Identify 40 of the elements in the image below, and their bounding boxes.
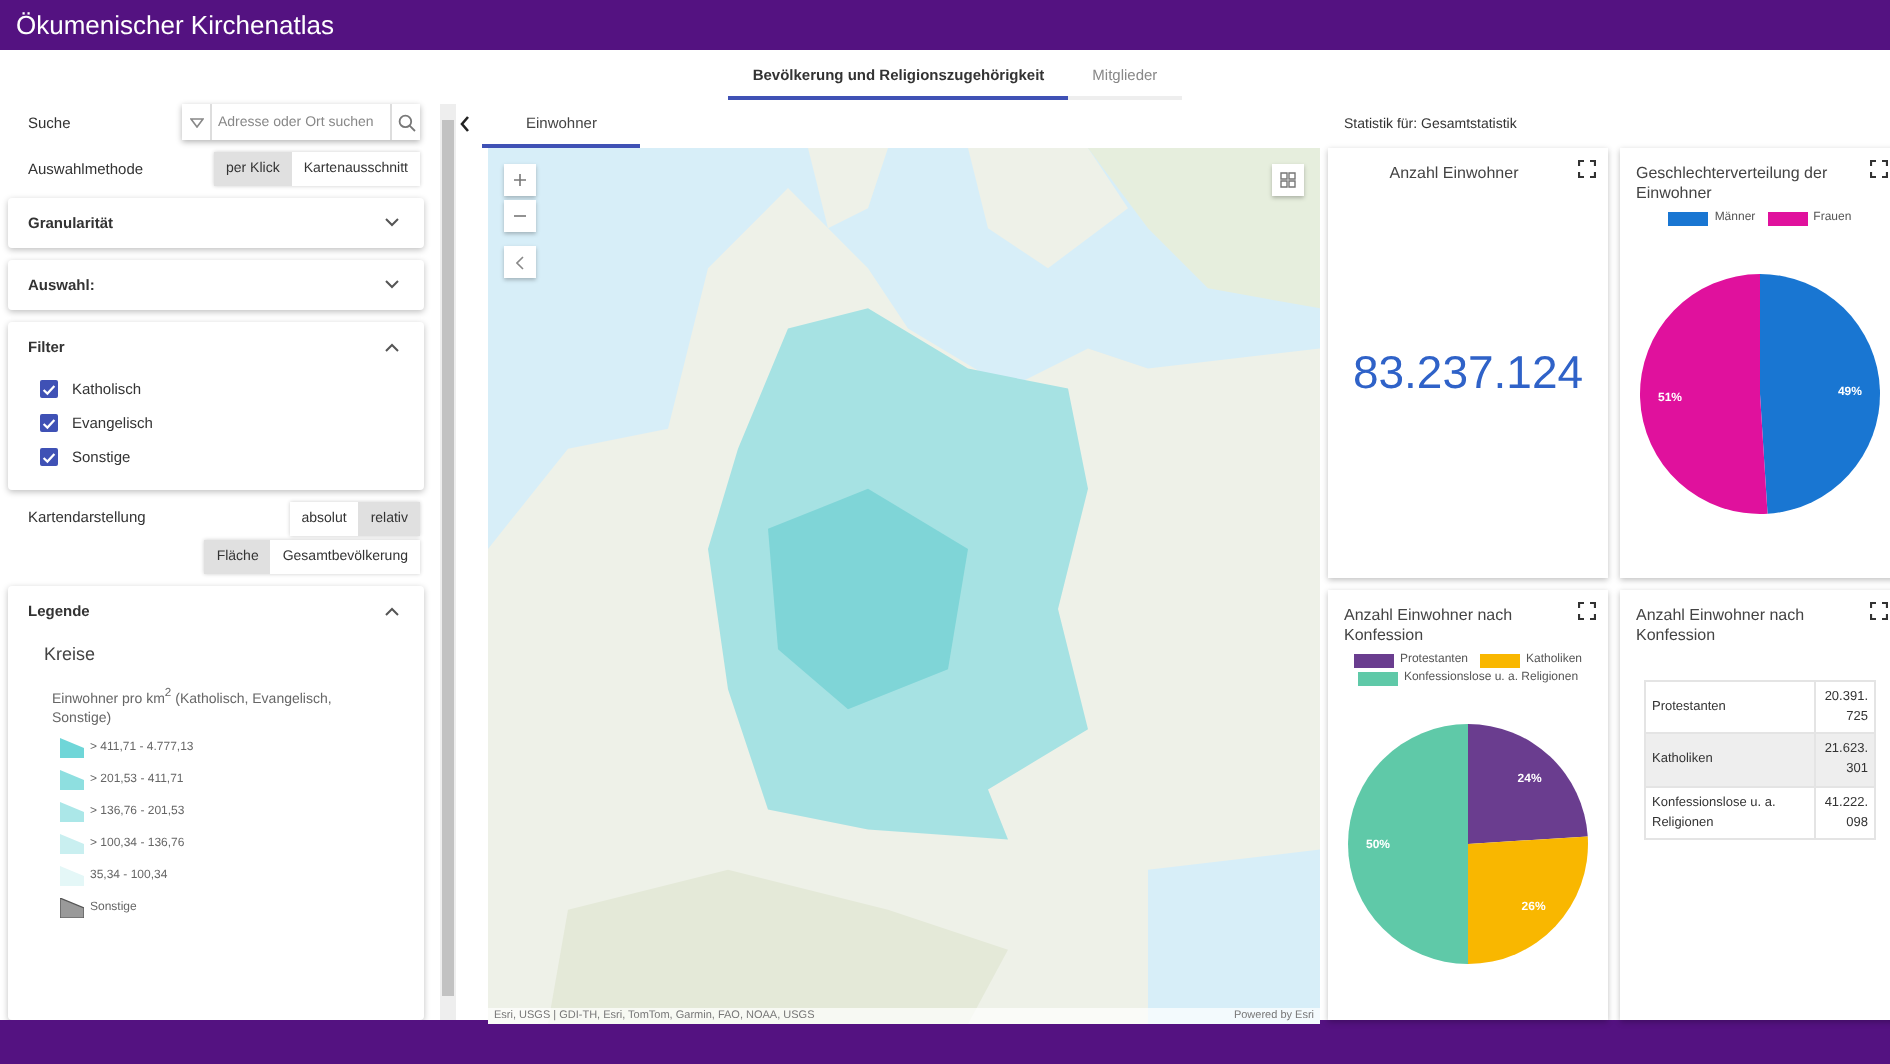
legend-swatch [1767,211,1808,226]
fullscreen-button[interactable] [1578,602,1596,620]
app-title: Ökumenischer Kirchenatlas [16,10,334,40]
legend-swatch [1353,653,1394,668]
checkbox[interactable] [40,414,58,432]
dropdown-icon[interactable] [189,117,203,127]
fullscreen-button[interactable] [1578,160,1596,178]
chevron-left-icon [460,116,470,132]
checkbox[interactable] [40,380,58,398]
fullscreen-icon [1870,160,1888,178]
checkbox[interactable] [40,448,58,466]
search-icon [397,113,415,131]
chevron-down-icon [384,280,400,290]
chevron-up-icon [384,606,400,616]
legend-swatch [1668,211,1709,226]
scrollbar[interactable] [440,104,456,1020]
zoom-in-button[interactable] [504,164,536,196]
legend-layer-title: Kreise [44,644,98,664]
card-title: Anzahl Einwohner [1387,164,1521,185]
fullscreen-icon [1578,160,1596,178]
chevron-left-icon [516,255,524,269]
card-title: Anzahl Einwohner nach Konfession [1344,606,1515,648]
grid-icon [1280,172,1296,188]
chevron-down-icon [384,218,400,228]
legend-swatch [1357,671,1398,686]
back-button[interactable] [460,116,470,132]
card-title: Anzahl Einwohner nach Konfession [1636,606,1807,648]
zoom-out-button[interactable] [504,200,536,232]
fullscreen-button[interactable] [1870,160,1888,178]
legend-swatch [1480,653,1520,668]
fullscreen-button[interactable] [1870,602,1888,620]
chevron-up-icon [384,342,400,352]
fullscreen-icon [1870,602,1888,620]
basemap-button[interactable] [1272,164,1304,196]
population-number: 83.237.124 [1350,344,1586,403]
minus-icon [514,214,526,218]
search-button[interactable] [390,104,420,140]
card-title: Geschlechterverteilung der Einwohner [1636,164,1830,206]
fullscreen-icon [1578,602,1596,620]
plus-icon [514,174,526,186]
